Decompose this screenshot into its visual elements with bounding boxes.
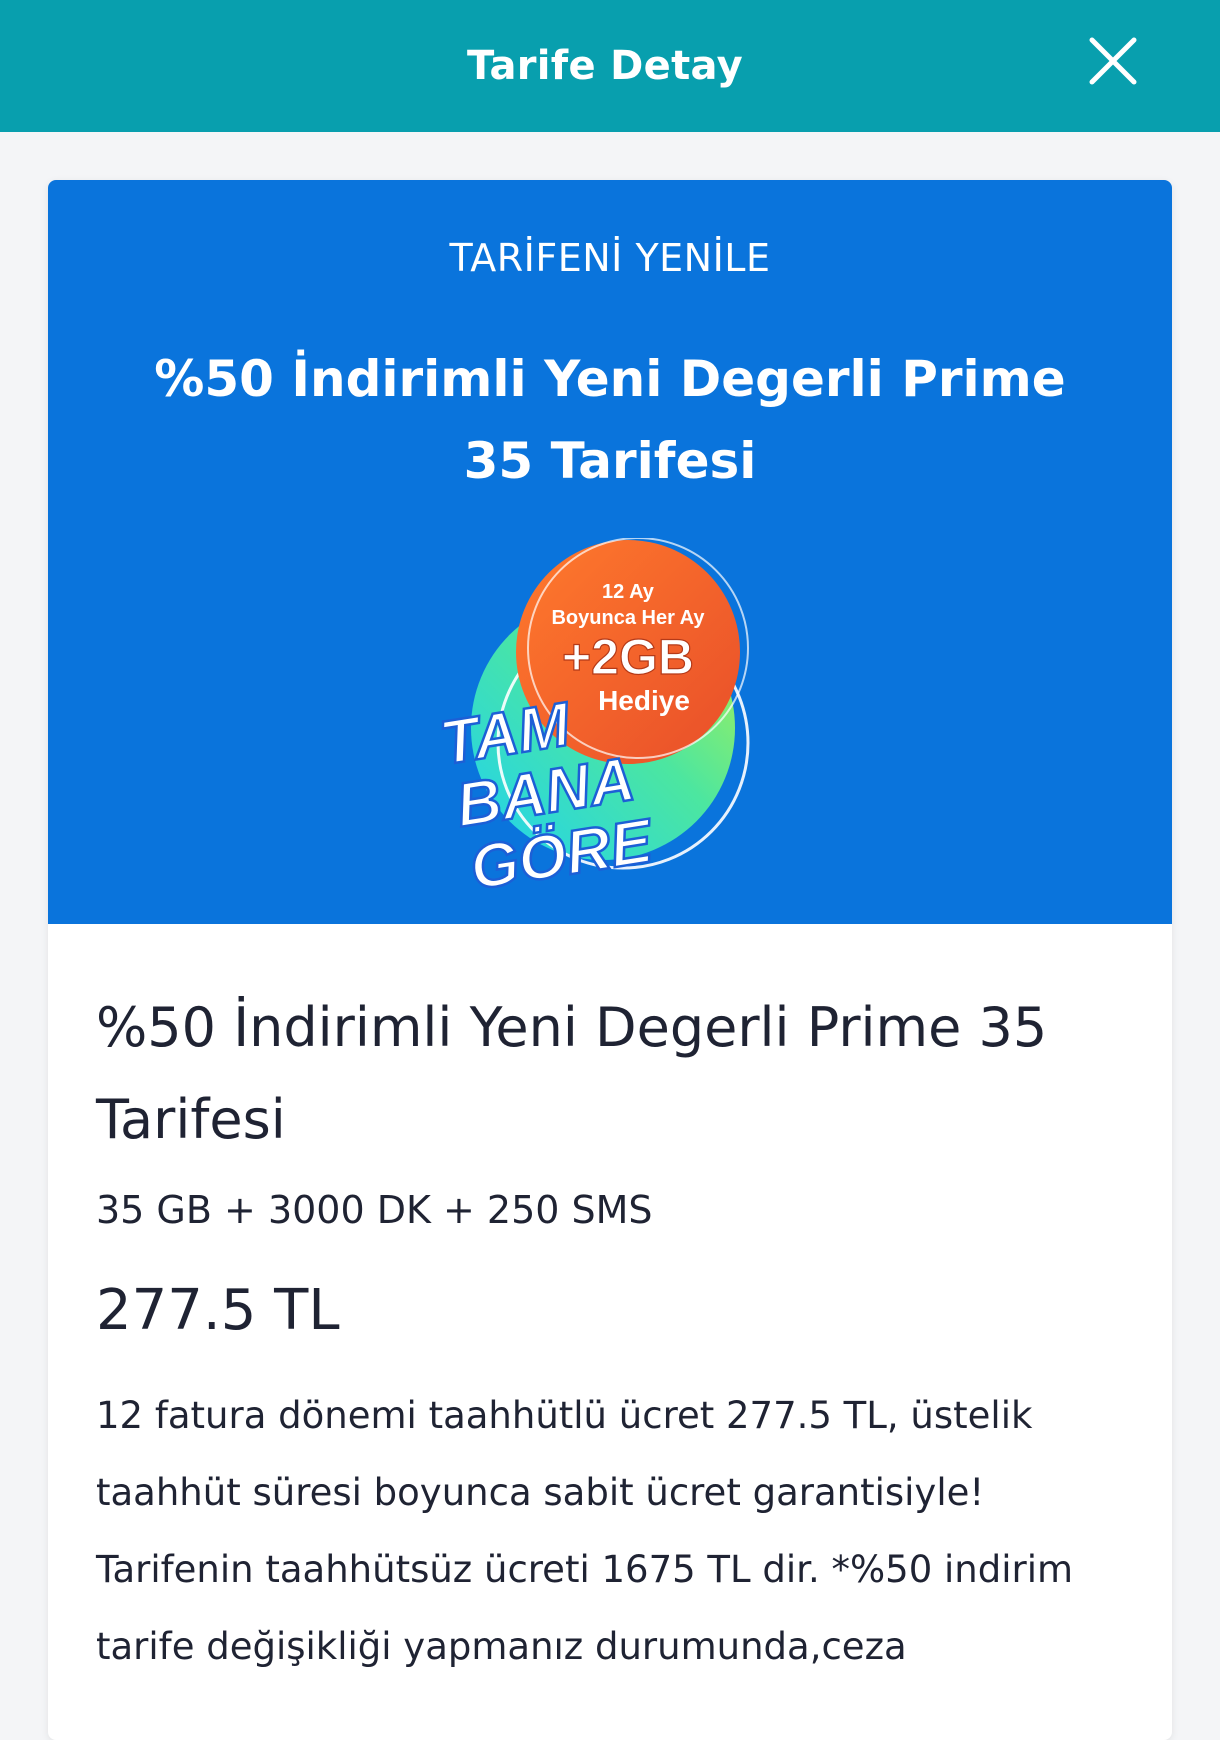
page-title: Tarife Detay — [467, 43, 743, 89]
tariff-card: TARİFENİ YENİLE %50 İndirimli Yeni Deger… — [48, 180, 1172, 1740]
badge-amount: +2GB — [562, 629, 694, 685]
tariff-name: %50 İndirimli Yeni Degerli Prime 35 Tari… — [96, 996, 1048, 1151]
hero-banner: TARİFENİ YENİLE %50 İndirimli Yeni Deger… — [48, 180, 1172, 924]
badge-gift: Hediye — [598, 685, 690, 716]
package-summary: 35 GB + 3000 DK + 250 SMS — [96, 1188, 653, 1232]
top-bar: Tarife Detay — [0, 0, 1220, 132]
hero-headline: %50 İndirimli Yeni Degerli Prime 35 Tari… — [154, 350, 1066, 490]
renew-kicker: TARİFENİ YENİLE — [449, 236, 771, 280]
badge-line2: Boyunca Her Ay — [551, 607, 705, 629]
promo-badge-image: 12 Ay Boyunca Her Ay +2GB Hediye TAM BAN… — [434, 538, 750, 905]
tariff-price: 277.5 TL — [96, 1278, 340, 1343]
tariff-details: %50 İndirimli Yeni Degerli Prime 35 Tari… — [48, 924, 1172, 1685]
badge-line1: 12 Ay — [602, 581, 655, 603]
close-icon[interactable] — [1086, 34, 1140, 88]
tariff-description: 12 fatura dönemi taahhütlü ücret 277.5 T… — [96, 1394, 1074, 1668]
